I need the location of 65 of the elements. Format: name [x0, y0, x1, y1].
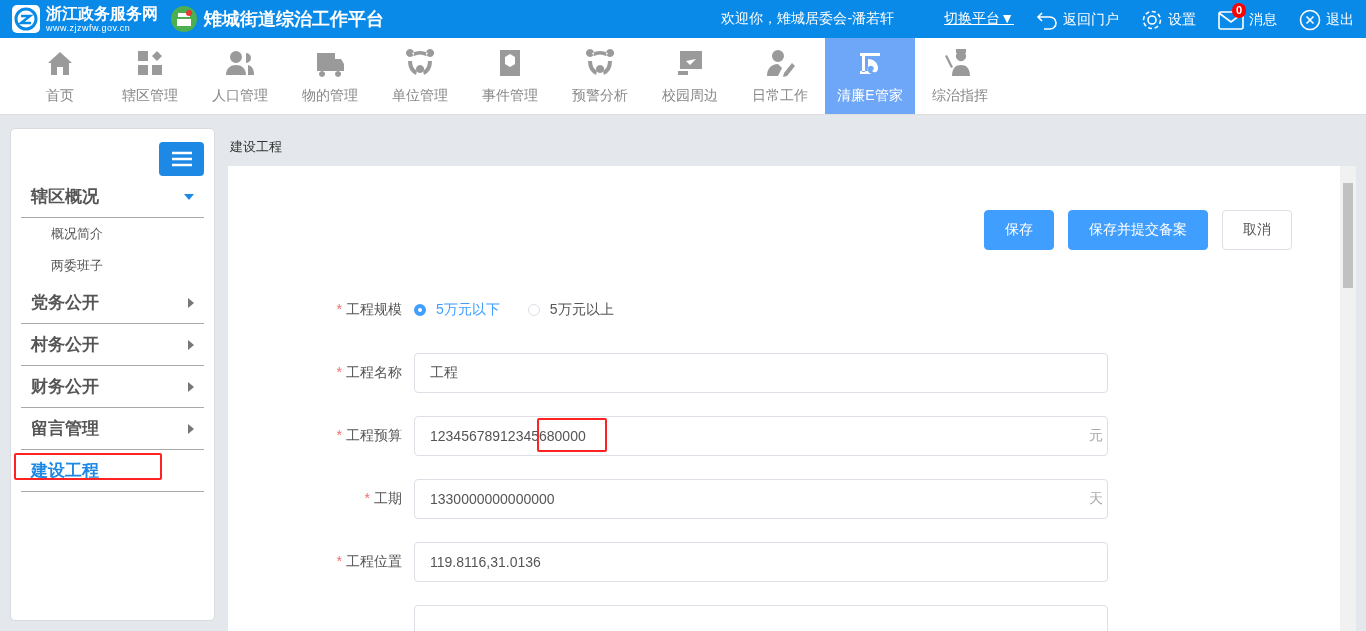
sidebar-subitem[interactable]: 概况简介: [21, 218, 204, 250]
header-link[interactable]: 返回门户: [1036, 2, 1119, 36]
radio-button[interactable]: [414, 304, 426, 316]
action-button[interactable]: 取消: [1222, 210, 1292, 250]
module-tab[interactable]: 清廉E管家: [825, 38, 915, 114]
sidebar-item[interactable]: 辖区概况: [21, 176, 204, 218]
module-tab[interactable]: 校园周边: [645, 38, 735, 114]
caret-down-icon: [184, 193, 194, 200]
module-tab[interactable]: 日常工作: [735, 38, 825, 114]
header-link[interactable]: 设置: [1141, 1, 1196, 37]
back-arrow-icon: [1036, 10, 1058, 30]
field-label: 工程位置: [346, 553, 402, 569]
field-label: 工期: [374, 490, 402, 506]
breadcrumb: 建设工程: [229, 138, 283, 156]
portal-logo-icon: [12, 5, 40, 33]
switch-platform-link[interactable]: 切换平台▼: [944, 10, 1014, 28]
required-mark: *: [336, 427, 342, 443]
module-tab[interactable]: 首页: [15, 38, 105, 114]
sidebar-item[interactable]: 留言管理: [21, 408, 204, 450]
field-label: 工程规模: [346, 301, 402, 317]
required-mark: *: [364, 490, 370, 506]
sidebar-item[interactable]: 建设工程: [21, 450, 204, 492]
module-tab[interactable]: 辖区管理: [105, 38, 195, 114]
platform-title: 雉城街道综治工作平台: [204, 8, 384, 31]
caret-right-icon: [188, 339, 194, 350]
action-button[interactable]: 保存: [984, 210, 1054, 250]
input-field[interactable]: 1330000000000000 天: [414, 479, 1108, 519]
radio-option[interactable]: 5万元以下: [414, 301, 500, 319]
unit-label: 天: [1089, 490, 1103, 508]
portal-url: www.zjzwfw.gov.cn: [46, 23, 132, 33]
module-tab[interactable]: 单位管理: [375, 38, 465, 114]
worker-icon: [764, 47, 796, 79]
header-link[interactable]: 退出: [1299, 1, 1354, 37]
required-mark: *: [336, 553, 342, 569]
caret-right-icon: [188, 297, 194, 308]
module-tab[interactable]: 人口管理: [195, 38, 285, 114]
caret-right-icon: [188, 423, 194, 434]
field-label: 工程预算: [346, 427, 402, 443]
input-field[interactable]: 119.8116,31.0136: [414, 542, 1108, 582]
caret-right-icon: [188, 381, 194, 392]
radio-option[interactable]: 5万元以上: [527, 301, 614, 319]
module-tab[interactable]: 物的管理: [285, 38, 375, 114]
platform-logo-icon: [170, 5, 198, 33]
menu-icon: [171, 151, 192, 167]
required-mark: *: [336, 301, 342, 317]
sidebar-item[interactable]: 村务公开: [21, 324, 204, 366]
scrollbar[interactable]: [1340, 166, 1356, 631]
unit-label: 元: [1089, 427, 1103, 445]
sidebar-item[interactable]: 党务公开: [21, 282, 204, 324]
input-field[interactable]: 工程: [414, 353, 1108, 393]
action-button[interactable]: 保存并提交备案: [1068, 210, 1208, 250]
menu-button[interactable]: [159, 142, 204, 176]
close-circle-icon: [1299, 9, 1321, 31]
required-mark: *: [336, 364, 342, 380]
header-link[interactable]: 0 消息: [1218, 2, 1277, 36]
module-tab[interactable]: 综治指挥: [915, 38, 1005, 114]
welcome-text: 欢迎你，雉城居委会-潘若轩: [721, 10, 895, 28]
module-tab[interactable]: 预警分析: [555, 38, 645, 114]
field-label: 工程名称: [346, 364, 402, 380]
module-tab[interactable]: 事件管理: [465, 38, 555, 114]
settings-icon: [1141, 9, 1163, 31]
sidebar-item[interactable]: 财务公开: [21, 366, 204, 408]
portal-name: 浙江政务服务网: [46, 5, 158, 22]
sidebar-subitem[interactable]: 两委班子: [21, 250, 204, 282]
message-count-badge: 0: [1232, 3, 1246, 18]
